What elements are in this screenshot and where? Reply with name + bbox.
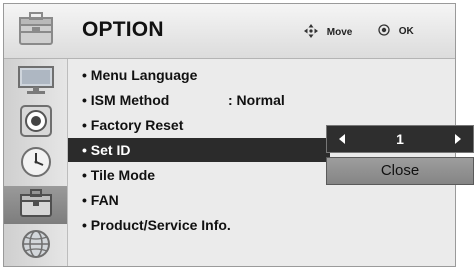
header-toolbox-icon <box>4 4 68 58</box>
sidebar-tab-option[interactable] <box>4 186 67 224</box>
menu-item-label: • Set ID <box>82 142 131 158</box>
sidebar-tab-picture[interactable] <box>4 63 67 101</box>
menu-item-label: • FAN <box>82 192 119 208</box>
globe-icon <box>18 227 54 266</box>
set-id-stepper[interactable]: 1 <box>326 125 474 153</box>
monitor-icon <box>16 64 56 101</box>
sidebar-tab-audio[interactable] <box>4 104 67 142</box>
dpad-icon <box>304 24 318 41</box>
menu-item-menu-language[interactable]: • Menu Language <box>68 63 455 87</box>
speaker-icon <box>18 104 54 143</box>
page-title: OPTION <box>82 18 164 41</box>
menu-item-set-id[interactable]: • Set ID <box>68 138 330 162</box>
screen: OPTION Move OK • Menu Language • ISM Met… <box>0 0 474 270</box>
ism-method-value: : Normal <box>228 92 285 108</box>
ok-hint-label: OK <box>398 26 414 37</box>
sidebar-tab-network[interactable] <box>4 227 67 265</box>
menu-item-label: • ISM Method <box>82 92 170 108</box>
set-id-popup: 1 Close <box>326 125 474 187</box>
menu-item-label: • Product/Service Info. <box>82 217 231 233</box>
arrow-right-icon[interactable] <box>455 134 461 144</box>
menu-item-ism-method[interactable]: • ISM Method : Normal <box>68 88 455 112</box>
move-hint: Move <box>304 24 352 41</box>
set-id-value: 1 <box>396 131 404 147</box>
menu-header: OPTION Move OK <box>4 4 455 59</box>
clock-icon <box>18 145 54 184</box>
ok-hint: OK <box>378 24 414 39</box>
menu-item-product-service-info[interactable]: • Product/Service Info. <box>68 213 455 237</box>
toolbox-icon <box>18 187 54 224</box>
menu-item-fan[interactable]: • FAN <box>68 188 455 212</box>
close-button[interactable]: Close <box>326 157 474 185</box>
sidebar-tab-time[interactable] <box>4 145 67 183</box>
move-hint-label: Move <box>326 27 353 38</box>
menu-item-label: • Tile Mode <box>82 167 156 183</box>
menu-item-label: • Menu Language <box>82 67 198 83</box>
category-sidebar <box>4 59 68 266</box>
ok-button-icon <box>378 24 390 39</box>
menu-item-label: • Factory Reset <box>82 117 184 133</box>
